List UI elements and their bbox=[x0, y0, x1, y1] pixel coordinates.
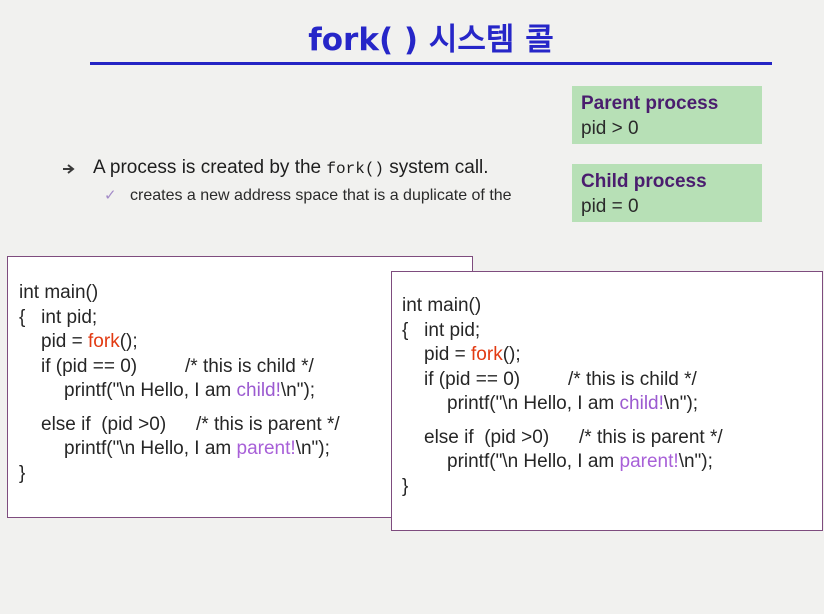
parent-process-condition: pid > 0 bbox=[581, 118, 639, 139]
parent-process-box: Parent process pid > 0 bbox=[572, 86, 762, 144]
fork-keyword: fork bbox=[471, 344, 503, 365]
code-comment: /* this is child */ bbox=[568, 368, 697, 390]
child-word: child! bbox=[236, 380, 281, 401]
code-line: { int pid; bbox=[402, 319, 481, 341]
title-underline bbox=[90, 62, 772, 65]
code-line: if (pid == 0)/* this is child */ bbox=[402, 368, 822, 393]
code-box-right: int main() { int pid; pid = fork(); if (… bbox=[391, 271, 823, 531]
code-line: else if (pid >0)/* this is parent */ bbox=[402, 426, 822, 451]
code-line: pid = fork(); bbox=[424, 344, 521, 365]
code-line: } bbox=[402, 475, 409, 497]
child-word: child! bbox=[619, 393, 664, 414]
code-comment: /* this is parent */ bbox=[579, 426, 723, 448]
code-comment: /* this is parent */ bbox=[196, 413, 340, 435]
arrow-bullet-icon bbox=[62, 160, 76, 180]
code-line: printf("\n Hello, I am parent!\n"); bbox=[447, 451, 713, 472]
page-title: fork( ) 시스템 콜 bbox=[308, 22, 554, 58]
bullet-text-before: A process is created by the bbox=[93, 157, 327, 178]
fork-keyword: fork bbox=[88, 331, 120, 352]
bullet-point: A process is created by the fork() syste… bbox=[93, 157, 489, 179]
checkmark-icon: ✓ bbox=[104, 187, 117, 204]
bullet-text-after: system call. bbox=[384, 157, 489, 178]
code-line: printf("\n Hello, I am child!\n"); bbox=[447, 393, 699, 414]
code-comment: /* this is child */ bbox=[185, 355, 314, 377]
child-process-box: Child process pid = 0 bbox=[572, 164, 762, 222]
parent-word: parent! bbox=[619, 451, 679, 472]
sub-bullet-text: creates a new address space that is a du… bbox=[130, 187, 512, 204]
parent-process-heading: Parent process bbox=[581, 93, 719, 114]
child-process-condition: pid = 0 bbox=[581, 196, 639, 217]
fork-code-inline: fork() bbox=[326, 160, 385, 178]
code-line: int main() bbox=[402, 295, 482, 316]
parent-word: parent! bbox=[236, 438, 296, 459]
child-process-heading: Child process bbox=[581, 171, 707, 192]
